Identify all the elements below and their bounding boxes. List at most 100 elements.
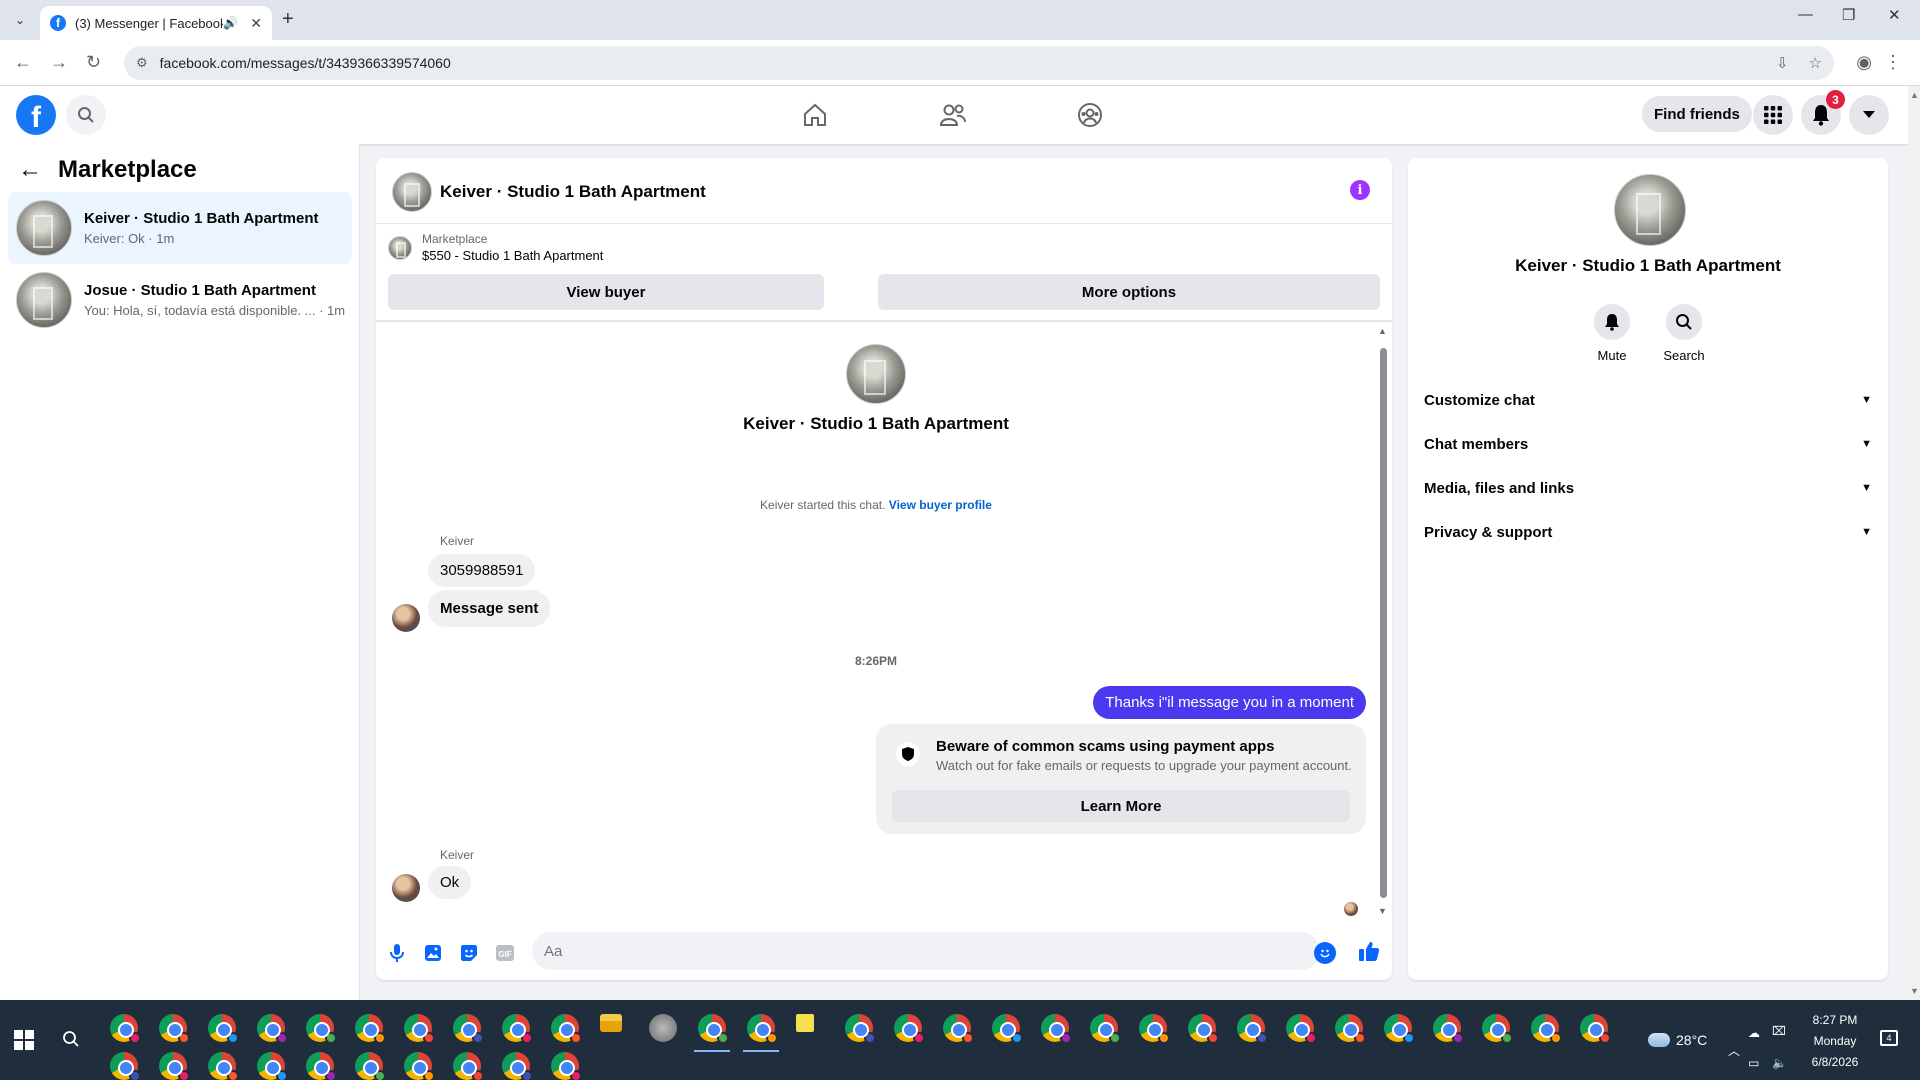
tab-search-dropdown-icon[interactable]: ⌄ (8, 8, 32, 32)
chrome-app-icon[interactable] (355, 1052, 386, 1080)
browser-tab[interactable]: f (3) Messenger | Facebook 🔊 ✕ (40, 6, 272, 40)
chrome-app-icon[interactable] (110, 1052, 141, 1080)
sender-avatar[interactable] (392, 604, 420, 632)
chrome-app-icon[interactable] (1531, 1014, 1562, 1044)
chrome-app-icon[interactable] (306, 1014, 337, 1044)
account-dropdown-icon[interactable] (1849, 95, 1889, 135)
chrome-app-icon[interactable] (1286, 1014, 1317, 1044)
chrome-app-icon[interactable] (1139, 1014, 1170, 1044)
outgoing-message[interactable]: Thanks i"il message you in a moment (1093, 686, 1366, 719)
chrome-app-icon[interactable] (1433, 1014, 1464, 1044)
show-hidden-icons-icon[interactable]: ︿ (1728, 1042, 1740, 1059)
device-icon[interactable]: ⌧ (1772, 1024, 1786, 1038)
incoming-message[interactable]: Message sent (428, 590, 551, 627)
scroll-up-icon[interactable]: ▲ (1378, 326, 1387, 336)
chrome-app-icon[interactable] (208, 1014, 239, 1044)
minimize-icon[interactable]: — (1798, 6, 1813, 23)
chrome-app-icon[interactable] (1580, 1014, 1611, 1044)
menu-grid-icon[interactable] (1753, 95, 1793, 135)
scroll-up-icon[interactable]: ▲ (1910, 90, 1919, 100)
chat-header-name[interactable]: Keiver · Studio 1 Bath Apartment (440, 182, 706, 202)
chrome-app-icon[interactable] (747, 1014, 778, 1044)
browser-menu-icon[interactable]: ⋮ (1884, 52, 1902, 73)
chrome-app-icon[interactable] (1384, 1014, 1415, 1044)
app-icon[interactable] (649, 1014, 677, 1042)
chrome-app-icon[interactable] (453, 1014, 484, 1044)
learn-more-button[interactable]: Learn More (892, 790, 1350, 822)
back-icon[interactable]: ← (14, 52, 32, 73)
speaker-icon[interactable]: 🔊 (223, 16, 238, 30)
chrome-app-icon[interactable] (355, 1014, 386, 1044)
photo-icon[interactable] (422, 942, 444, 964)
conversation-item[interactable]: Josue · Studio 1 Bath Apartment You: Hol… (8, 264, 352, 336)
view-buyer-button[interactable]: View buyer (388, 274, 824, 310)
file-explorer-icon[interactable] (600, 1014, 622, 1032)
microphone-icon[interactable] (386, 942, 408, 964)
bookmark-star-icon[interactable]: ☆ (1809, 54, 1822, 72)
info-icon[interactable]: i (1350, 180, 1370, 200)
close-window-icon[interactable]: ✕ (1888, 6, 1901, 24)
conversation-item[interactable]: Keiver · Studio 1 Bath Apartment Keiver:… (8, 192, 352, 264)
back-arrow-icon[interactable]: ← (18, 156, 42, 184)
media-files-links-section[interactable]: Media, files and links ▼ (1424, 472, 1886, 504)
chrome-app-icon[interactable] (992, 1014, 1023, 1044)
chrome-app-icon[interactable] (1482, 1014, 1513, 1044)
gif-icon[interactable]: GIF (494, 942, 516, 964)
groups-icon[interactable] (1073, 98, 1107, 132)
friends-icon[interactable] (936, 98, 970, 132)
site-settings-icon[interactable]: ⚙ (136, 55, 148, 71)
scroll-down-icon[interactable]: ▼ (1910, 986, 1919, 996)
scroll-down-icon[interactable]: ▼ (1378, 906, 1387, 916)
emoji-icon[interactable] (1314, 942, 1336, 964)
chrome-app-icon[interactable] (159, 1014, 190, 1044)
chat-scrollbar[interactable]: ▲ ▼ (1378, 326, 1388, 916)
onedrive-icon[interactable]: ☁ (1748, 1026, 1760, 1040)
chrome-app-icon[interactable] (453, 1052, 484, 1080)
search-icon[interactable] (66, 95, 106, 135)
sender-avatar[interactable] (392, 874, 420, 902)
incoming-message[interactable]: 3059988591 (428, 554, 536, 587)
chrome-app-icon[interactable] (698, 1014, 729, 1044)
chrome-app-icon[interactable] (110, 1014, 141, 1044)
view-buyer-profile-link[interactable]: View buyer profile (889, 498, 992, 512)
chat-header-thumbnail[interactable] (392, 172, 432, 212)
url-field[interactable]: ⚙ facebook.com/messages/t/34393663395740… (124, 46, 1834, 80)
privacy-support-section[interactable]: Privacy & support ▼ (1424, 516, 1886, 548)
chrome-app-icon[interactable] (551, 1052, 582, 1080)
network-icon[interactable]: ▭ (1748, 1056, 1759, 1070)
thumbs-up-icon[interactable] (1358, 940, 1380, 967)
incoming-message[interactable]: Ok (428, 866, 472, 899)
chrome-app-icon[interactable] (1090, 1014, 1121, 1044)
taskbar-search-icon[interactable] (62, 1030, 80, 1053)
new-tab-button[interactable]: + (282, 8, 294, 31)
restore-icon[interactable]: ❐ (1842, 6, 1855, 24)
chrome-app-icon[interactable] (1188, 1014, 1219, 1044)
chrome-app-icon[interactable] (404, 1014, 435, 1044)
taskbar-clock[interactable]: 8:27 PM Monday 6/8/2026 (1800, 1010, 1870, 1073)
mute-button[interactable]: Mute (1582, 304, 1642, 363)
more-options-button[interactable]: More options (878, 274, 1380, 310)
chat-members-section[interactable]: Chat members ▼ (1424, 428, 1886, 460)
chrome-app-icon[interactable] (1237, 1014, 1268, 1044)
chrome-app-icon[interactable] (502, 1014, 533, 1044)
chrome-app-icon[interactable] (502, 1052, 533, 1080)
close-tab-icon[interactable]: ✕ (250, 15, 262, 32)
find-friends-button[interactable]: Find friends (1642, 96, 1752, 132)
chrome-app-icon[interactable] (257, 1014, 288, 1044)
listing-summary[interactable]: Marketplace $550 - Studio 1 Bath Apartme… (388, 232, 603, 263)
chrome-app-icon[interactable] (894, 1014, 925, 1044)
reload-icon[interactable]: ↻ (86, 52, 101, 73)
install-app-icon[interactable]: ⇩ (1776, 54, 1789, 72)
volume-icon[interactable]: 🔈 (1772, 1056, 1787, 1070)
sticky-notes-icon[interactable] (796, 1014, 814, 1032)
chrome-app-icon[interactable] (208, 1052, 239, 1080)
weather-widget[interactable]: 28°C (1648, 1032, 1707, 1048)
sticker-icon[interactable] (458, 942, 480, 964)
chrome-app-icon[interactable] (159, 1052, 190, 1080)
customize-chat-section[interactable]: Customize chat ▼ (1424, 384, 1886, 416)
forward-icon[interactable]: → (50, 52, 68, 73)
browser-profile-icon[interactable]: ◉ (1856, 52, 1872, 73)
chrome-app-icon[interactable] (257, 1052, 288, 1080)
chrome-app-icon[interactable] (1041, 1014, 1072, 1044)
chrome-app-icon[interactable] (845, 1014, 876, 1044)
